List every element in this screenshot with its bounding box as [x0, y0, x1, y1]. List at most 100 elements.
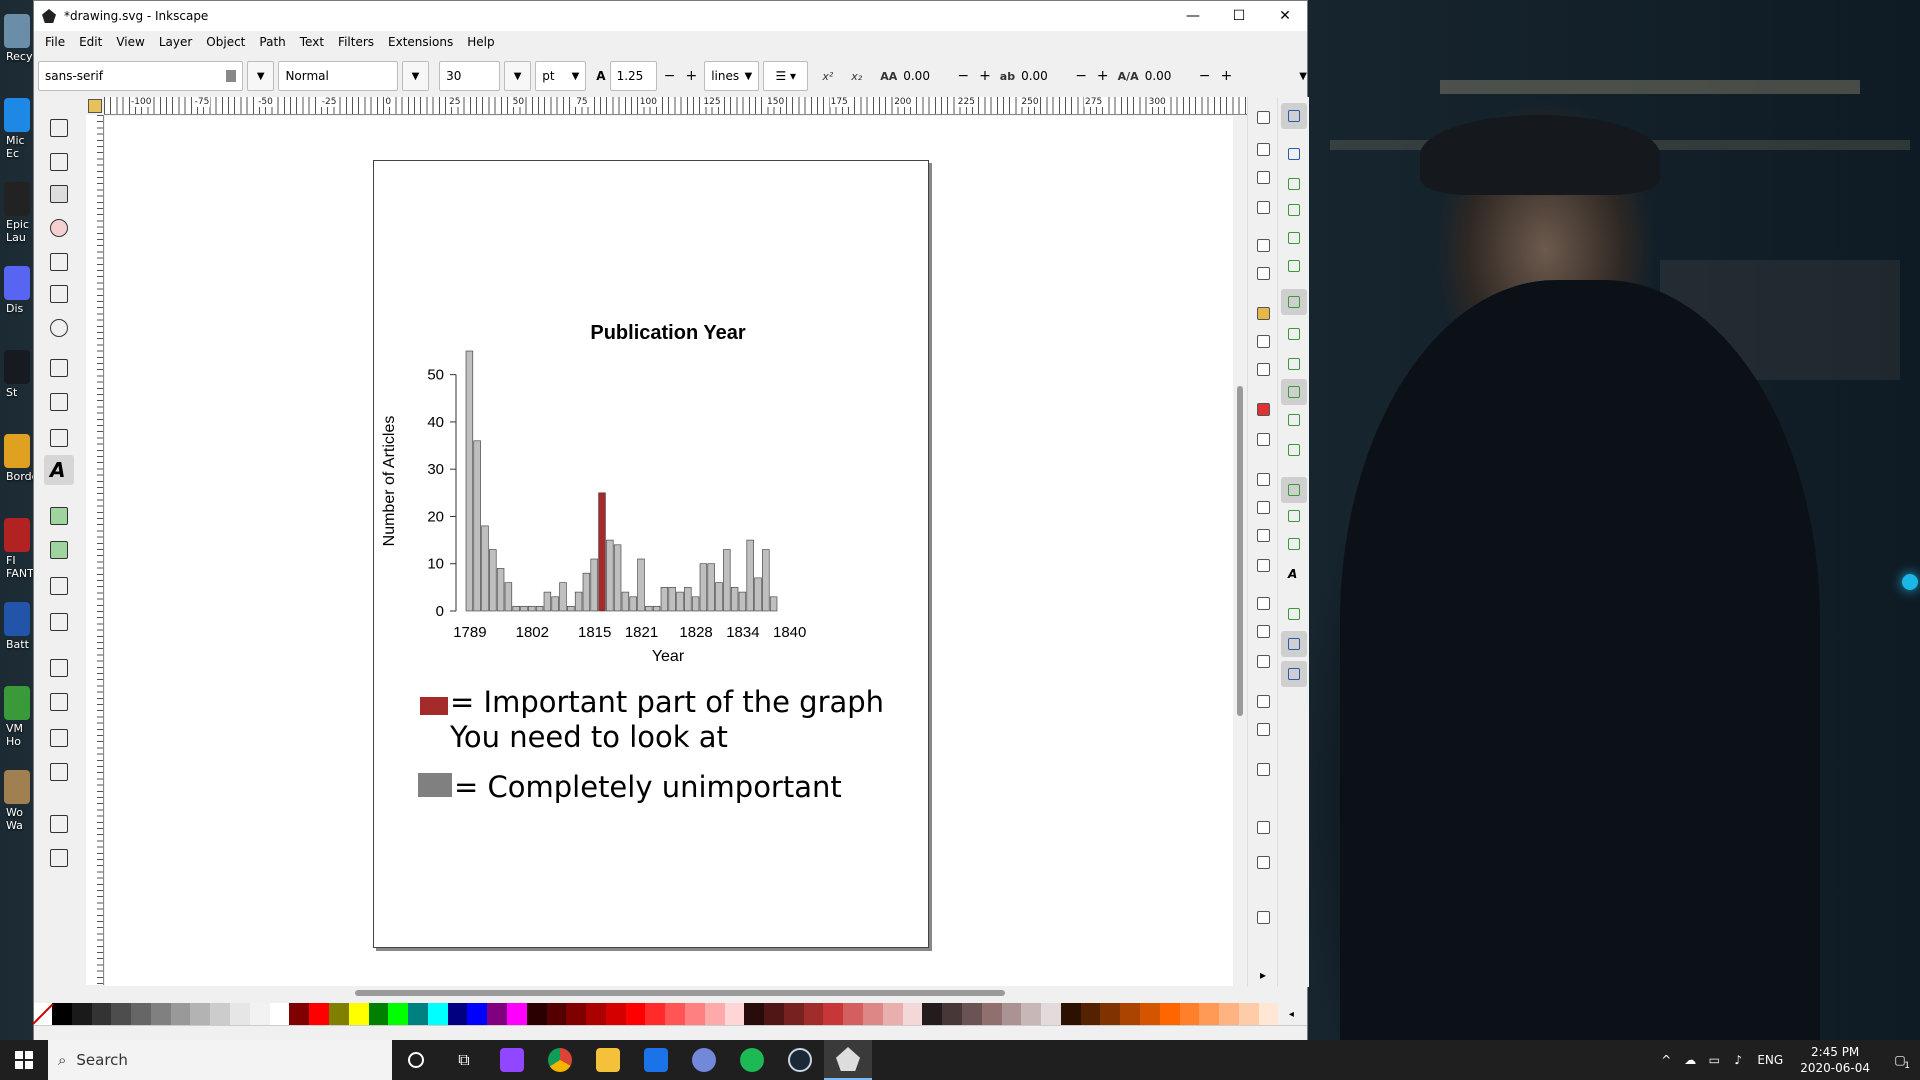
tool-spiral[interactable]: [44, 313, 74, 343]
tool-spray[interactable]: [44, 687, 74, 717]
taskbar-chrome[interactable]: [536, 1040, 584, 1080]
palette-swatch[interactable]: [902, 1003, 923, 1025]
cmd-cut-button[interactable]: [1253, 399, 1273, 419]
palette-swatch[interactable]: [645, 1003, 666, 1025]
tool-measure[interactable]: [44, 843, 74, 873]
menu-file[interactable]: File: [38, 31, 72, 53]
palette-swatch[interactable]: [230, 1003, 250, 1025]
snap-path-intersection-button[interactable]: [1281, 351, 1307, 377]
palette-swatch[interactable]: [506, 1003, 527, 1025]
palette-swatch[interactable]: [1080, 1003, 1101, 1025]
desktop-icon[interactable]: Mic Ec: [0, 92, 34, 182]
palette-swatch[interactable]: [210, 1003, 231, 1025]
cortana-button[interactable]: [392, 1040, 440, 1080]
desktop-icon[interactable]: St: [0, 344, 34, 434]
tool-mesh[interactable]: [44, 535, 74, 565]
palette-scroll-button[interactable]: ◂: [1278, 1003, 1305, 1025]
font-family-dropdown[interactable]: ▼: [247, 61, 275, 91]
superscript-button[interactable]: x²: [822, 70, 833, 83]
snap-smooth-button[interactable]: [1281, 407, 1307, 433]
palette-swatch[interactable]: [71, 1003, 92, 1025]
volume-icon[interactable]: ♪: [1726, 1053, 1750, 1067]
snap-paths-button[interactable]: [1281, 321, 1307, 347]
palette-swatch[interactable]: [1041, 1003, 1061, 1025]
taskbar-steam[interactable]: [776, 1040, 824, 1080]
word-spacing-plus-button[interactable]: +: [1094, 68, 1112, 84]
menu-object[interactable]: Object: [199, 31, 252, 53]
snap-center-button[interactable]: [1281, 503, 1307, 529]
tool-paint-bucket[interactable]: [44, 607, 74, 637]
line-spacing-input[interactable]: 1.25: [609, 61, 657, 91]
palette-swatch[interactable]: [586, 1003, 606, 1025]
letter-spacing-minus-button[interactable]: −: [954, 68, 972, 84]
palette-swatch[interactable]: [249, 1003, 270, 1025]
tool-node[interactable]: [44, 147, 74, 177]
cmd-open-button[interactable]: [1253, 139, 1273, 159]
palette-swatch[interactable]: [1179, 1003, 1200, 1025]
palette-swatch[interactable]: [289, 1003, 310, 1025]
palette-swatch[interactable]: [368, 1003, 389, 1025]
cmd-layers-button[interactable]: [1253, 817, 1273, 837]
palette-swatch[interactable]: [1021, 1003, 1042, 1025]
notification-center-button[interactable]: ▢ 1: [1880, 1053, 1920, 1071]
cmd-clone-button[interactable]: [1253, 651, 1273, 671]
show-hidden-icons-chevron-icon[interactable]: ^: [1654, 1053, 1678, 1067]
no-paint-swatch[interactable]: [34, 1003, 52, 1025]
palette-swatch[interactable]: [467, 1003, 488, 1025]
desktop-icon[interactable]: Recy: [0, 8, 34, 98]
taskbar-spotify[interactable]: [728, 1040, 776, 1080]
minimize-button[interactable]: —: [1170, 1, 1216, 31]
font-style-dropdown[interactable]: ▼: [401, 61, 430, 91]
palette-swatch[interactable]: [1199, 1003, 1220, 1025]
menu-filters[interactable]: Filters: [331, 31, 381, 53]
word-spacing-minus-button[interactable]: −: [1072, 68, 1090, 84]
palette-swatch[interactable]: [1139, 1003, 1160, 1025]
cmd-new-button[interactable]: [1253, 107, 1273, 127]
menu-path[interactable]: Path: [252, 31, 292, 53]
taskbar-search-box[interactable]: ⌕ Search: [48, 1040, 392, 1080]
cmd-duplicate-button[interactable]: [1253, 359, 1273, 379]
cmd-text-font-button[interactable]: [1253, 759, 1273, 779]
taskbar-mail[interactable]: [632, 1040, 680, 1080]
cmd-fill-stroke-button[interactable]: [1253, 719, 1273, 739]
tool-3d-box[interactable]: [44, 279, 74, 309]
letter-spacing-input[interactable]: 0.00: [901, 61, 940, 91]
cmd-preferences-button[interactable]: [1253, 907, 1273, 927]
tool-pencil[interactable]: [44, 387, 74, 417]
task-view-button[interactable]: ⧉: [440, 1040, 488, 1080]
palette-swatch[interactable]: [1238, 1003, 1259, 1025]
vertical-scrollbar[interactable]: [1233, 116, 1247, 986]
taskbar-discord[interactable]: [680, 1040, 728, 1080]
palette-swatch[interactable]: [190, 1003, 211, 1025]
palette-swatch[interactable]: [91, 1003, 112, 1025]
lock-guides-icon[interactable]: [88, 99, 102, 113]
palette-swatch[interactable]: [309, 1003, 329, 1025]
word-spacing-input[interactable]: 0.00: [1019, 61, 1058, 91]
cmd-zoom-width-button[interactable]: [1253, 555, 1273, 575]
snap-others-button[interactable]: [1281, 477, 1307, 503]
palette-swatch[interactable]: [665, 1003, 685, 1025]
snap-text-baseline-button[interactable]: A: [1281, 561, 1307, 587]
palette-swatch[interactable]: [170, 1003, 191, 1025]
palette-swatch[interactable]: [704, 1003, 725, 1025]
palette-swatch[interactable]: [1060, 1003, 1081, 1025]
color-palette[interactable]: ◂: [34, 1003, 1305, 1025]
cmd-xml-editor-button[interactable]: [1253, 691, 1273, 711]
cmd-group-button[interactable]: [1253, 593, 1273, 613]
palette-swatch[interactable]: [566, 1003, 587, 1025]
cmd-ungroup-button[interactable]: [1253, 621, 1273, 641]
tool-zoom[interactable]: [44, 809, 74, 839]
taskbar-inkscape[interactable]: [824, 1040, 872, 1080]
clock[interactable]: 2:45 PM 2020-06-04: [1790, 1044, 1880, 1076]
cmd-save-button[interactable]: [1253, 167, 1273, 187]
palette-swatch[interactable]: [764, 1003, 784, 1025]
palette-swatch[interactable]: [526, 1003, 547, 1025]
font-size-input[interactable]: 30: [439, 61, 500, 91]
desktop-icon[interactable]: FI FANTA: [0, 512, 34, 602]
snap-cusp-button[interactable]: [1281, 379, 1307, 405]
letter-spacing-plus-button[interactable]: +: [976, 68, 994, 84]
snap-grid-button[interactable]: [1281, 631, 1307, 657]
palette-swatch[interactable]: [447, 1003, 468, 1025]
snap-page-border-button[interactable]: [1281, 601, 1307, 627]
palette-swatch[interactable]: [863, 1003, 883, 1025]
